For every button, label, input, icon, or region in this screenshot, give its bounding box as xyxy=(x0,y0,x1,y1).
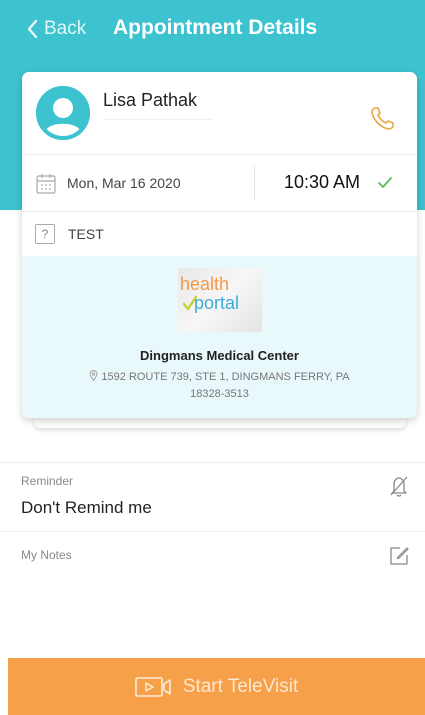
section-divider xyxy=(0,462,425,463)
edit-icon[interactable] xyxy=(388,545,410,567)
datetime-row: Mon, Mar 16 2020 10:30 AM xyxy=(22,155,417,211)
facility-address: 1592 ROUTE 739, STE 1, DINGMANS FERRY, P… xyxy=(62,369,377,403)
logo-text-health: health xyxy=(180,274,230,294)
patient-row: Lisa Pathak xyxy=(22,72,417,154)
reminder-label: Reminder xyxy=(21,474,74,488)
address-line-1: 1592 ROUTE 739, STE 1, DINGMANS FERRY, P… xyxy=(101,371,350,383)
bell-off-icon[interactable] xyxy=(388,474,410,498)
cta-label: Start TeleVisit xyxy=(182,675,299,697)
name-divider xyxy=(103,119,213,120)
health-portal-logo: health portal xyxy=(178,268,262,332)
back-label: Back xyxy=(44,18,87,39)
location-pin-icon xyxy=(89,370,98,381)
question-icon: ? xyxy=(35,224,55,244)
calendar-icon xyxy=(36,174,56,194)
page-title: Appointment Details xyxy=(113,16,318,39)
appointment-date: Mon, Mar 16 2020 xyxy=(67,175,181,191)
chevron-left-icon xyxy=(27,19,38,39)
section-divider xyxy=(0,531,425,532)
appointment-card: Lisa Pathak Mon, Mar 16 2020 10:30 AM ? … xyxy=(22,72,417,418)
checkmark-icon xyxy=(378,177,392,188)
avatar-icon xyxy=(36,86,90,140)
address-line-2: 18328-3513 xyxy=(190,388,249,400)
start-televisit-button[interactable]: Start TeleVisit xyxy=(8,658,425,715)
back-button[interactable]: Back xyxy=(26,16,86,42)
video-icon xyxy=(134,676,171,697)
facility-name: Dingmans Medical Center xyxy=(140,348,299,363)
reminder-value[interactable]: Don't Remind me xyxy=(21,498,152,518)
notes-label: My Notes xyxy=(21,548,72,562)
appointment-type-row: ? TEST xyxy=(22,212,417,256)
logo-text-portal: portal xyxy=(194,293,240,313)
vertical-divider xyxy=(254,165,255,201)
header-bar: Back Appointment Details xyxy=(0,0,425,58)
patient-name: Lisa Pathak xyxy=(103,90,198,110)
phone-icon[interactable] xyxy=(369,104,397,132)
provider-section: health portal Dingmans Medical Center 15… xyxy=(22,256,417,418)
appointment-time: 10:30 AM xyxy=(284,172,361,192)
appointment-type: TEST xyxy=(68,226,104,242)
